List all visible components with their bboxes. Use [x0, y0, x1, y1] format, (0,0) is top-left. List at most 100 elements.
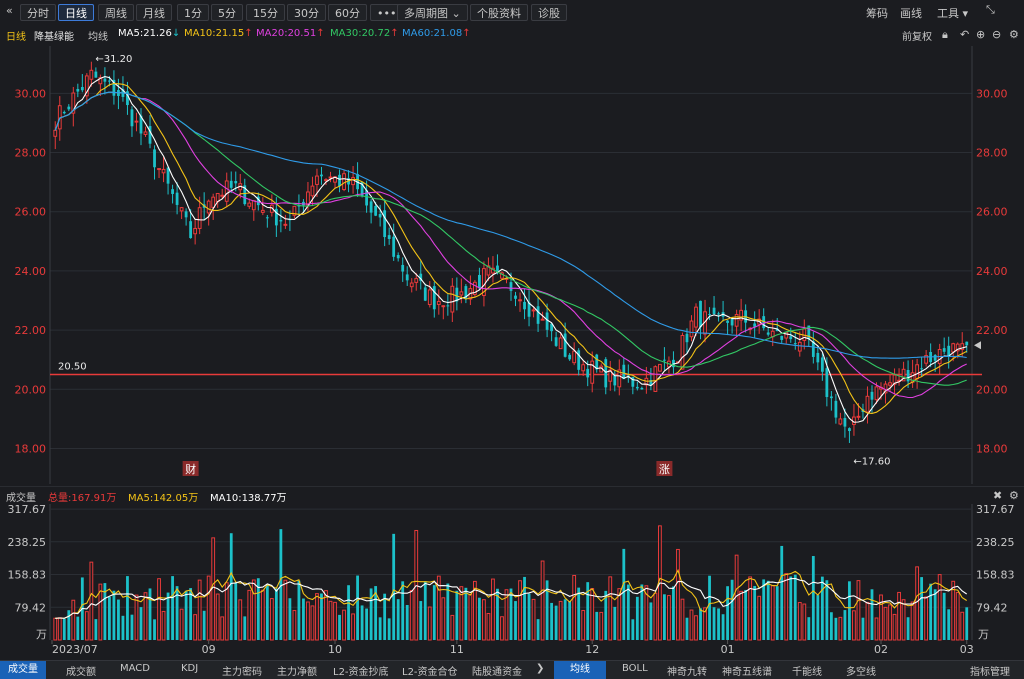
- candle-body-down: [405, 274, 409, 281]
- candle-body-down: [699, 300, 702, 328]
- volume-bar-down: [171, 576, 174, 640]
- candle-body-up: [328, 176, 333, 179]
- tab-hk-connect[interactable]: 陆股通资金: [472, 663, 522, 678]
- candle-body-down: [374, 205, 378, 216]
- volume-tick-left: 238.25: [8, 536, 47, 549]
- volume-bar-down: [356, 575, 359, 640]
- volume-bar-down: [870, 589, 874, 640]
- tab-turnover[interactable]: 成交额: [66, 663, 96, 678]
- volume-bar-down: [780, 545, 784, 640]
- volume-bar-down: [365, 608, 369, 640]
- candle-body-down: [843, 417, 847, 427]
- volume-unit-right: 万: [978, 628, 989, 641]
- volume-bar-up: [739, 590, 744, 641]
- volume-bar-down: [514, 601, 517, 640]
- price-tick-right: 18.00: [976, 442, 1008, 455]
- volume-bar-up: [703, 607, 707, 641]
- tab-main-code[interactable]: 主力密码: [222, 663, 262, 678]
- price-tick-left: 24.00: [15, 265, 47, 278]
- volume-bar-up: [491, 578, 495, 641]
- volume-bar-down: [563, 599, 567, 640]
- volume-bar-down: [148, 588, 152, 640]
- tab-ma[interactable]: 均线: [554, 661, 606, 679]
- gear-icon[interactable]: ⚙: [1009, 489, 1019, 502]
- volume-bar-down: [527, 593, 531, 640]
- x-label: 03: [960, 643, 974, 656]
- candle-body-down: [848, 428, 851, 432]
- candle-body-up: [260, 209, 265, 213]
- volume-bar-down: [288, 598, 292, 640]
- candle-body-up: [581, 364, 586, 372]
- candle-body-up: [450, 285, 455, 313]
- candle-body-down: [933, 354, 937, 361]
- tab-bull-bear[interactable]: 多空线: [846, 663, 876, 678]
- volume-bar-up: [71, 599, 76, 641]
- candle-body-down: [920, 368, 924, 370]
- volume-bar-down: [392, 533, 396, 640]
- candle-body-down: [175, 192, 179, 205]
- chevron-right-icon[interactable]: ❯: [536, 663, 544, 674]
- candle-body-up: [459, 291, 464, 296]
- volume-tick-right: 79.42: [976, 601, 1008, 614]
- volume-title: 成交量: [6, 493, 36, 504]
- volume-bar-down: [279, 529, 283, 640]
- candle-body-down: [586, 368, 590, 378]
- tab-five-line[interactable]: 神奇五线谱: [722, 663, 772, 678]
- price-tick-right: 20.00: [976, 383, 1008, 396]
- volume-bar-up: [888, 604, 892, 641]
- volume-bar-up: [540, 560, 545, 641]
- tab-l2-bottom[interactable]: L2-资金抄底: [333, 663, 389, 678]
- tab-nine-turn[interactable]: 神奇九转: [667, 663, 707, 678]
- x-label: 02: [874, 643, 888, 656]
- candle-body-down: [834, 400, 838, 418]
- volume-bar-up: [924, 596, 929, 641]
- price-tick-left: 26.00: [15, 206, 47, 219]
- candle-body-up: [211, 196, 216, 208]
- volume-bar-up: [161, 610, 166, 641]
- volume-bar-down: [405, 605, 409, 640]
- candle-body-down: [816, 352, 820, 363]
- volume-bar-up: [292, 610, 297, 641]
- candle-body-down: [640, 387, 644, 390]
- tab-l2-position[interactable]: L2-资金合仓: [402, 663, 458, 678]
- volume-bar-up: [89, 561, 94, 641]
- tab-volume[interactable]: 成交量: [0, 661, 46, 679]
- chart-canvas[interactable]: 30.00 30.00 28.00 28.00 26.00 26.00 24.00 24.00…: [0, 0, 1024, 678]
- indicator-manage-button[interactable]: 指标管理: [970, 663, 1010, 678]
- candle-body-down: [685, 333, 689, 343]
- volume-tick-right: 158.83: [976, 569, 1015, 582]
- tab-macd[interactable]: MACD: [120, 663, 150, 674]
- candle-body-up: [247, 202, 252, 207]
- volume-bar-down: [762, 579, 766, 640]
- volume-bar-down: [297, 580, 301, 640]
- volume-bar-down: [432, 585, 436, 640]
- volume-bar-up: [852, 610, 856, 641]
- candle-body-down: [536, 306, 540, 324]
- candle-body-up: [797, 341, 802, 352]
- volume-bar-down: [793, 574, 797, 640]
- volume-bar-up: [784, 573, 789, 641]
- tab-kdj[interactable]: KDJ: [181, 663, 198, 674]
- close-icon[interactable]: ✖: [993, 489, 1002, 502]
- volume-bar-up: [748, 576, 753, 641]
- volume-bar-up: [838, 616, 843, 641]
- tab-main-net[interactable]: 主力净额: [277, 663, 317, 678]
- volume-bar-down: [478, 597, 481, 640]
- volume-bar-down: [550, 602, 554, 640]
- candle-body-up: [193, 227, 198, 235]
- volume-bar-down: [906, 617, 910, 640]
- tab-boll[interactable]: BOLL: [622, 663, 648, 674]
- candle-body-up: [342, 173, 346, 191]
- volume-bar-down: [243, 616, 247, 640]
- volume-unit-left: 万: [36, 628, 47, 641]
- volume-bar-down: [320, 593, 323, 640]
- price-tick-right: 24.00: [976, 265, 1008, 278]
- candle-body-up: [224, 180, 229, 202]
- volume-tick-left: 158.83: [8, 569, 47, 582]
- candle-body-up: [531, 309, 536, 312]
- volume-bar-up: [328, 600, 333, 641]
- candle-body-up: [694, 306, 698, 328]
- candle-body-down: [320, 174, 323, 177]
- volume-bar-down: [378, 617, 382, 640]
- tab-qianneng[interactable]: 千能线: [792, 663, 822, 678]
